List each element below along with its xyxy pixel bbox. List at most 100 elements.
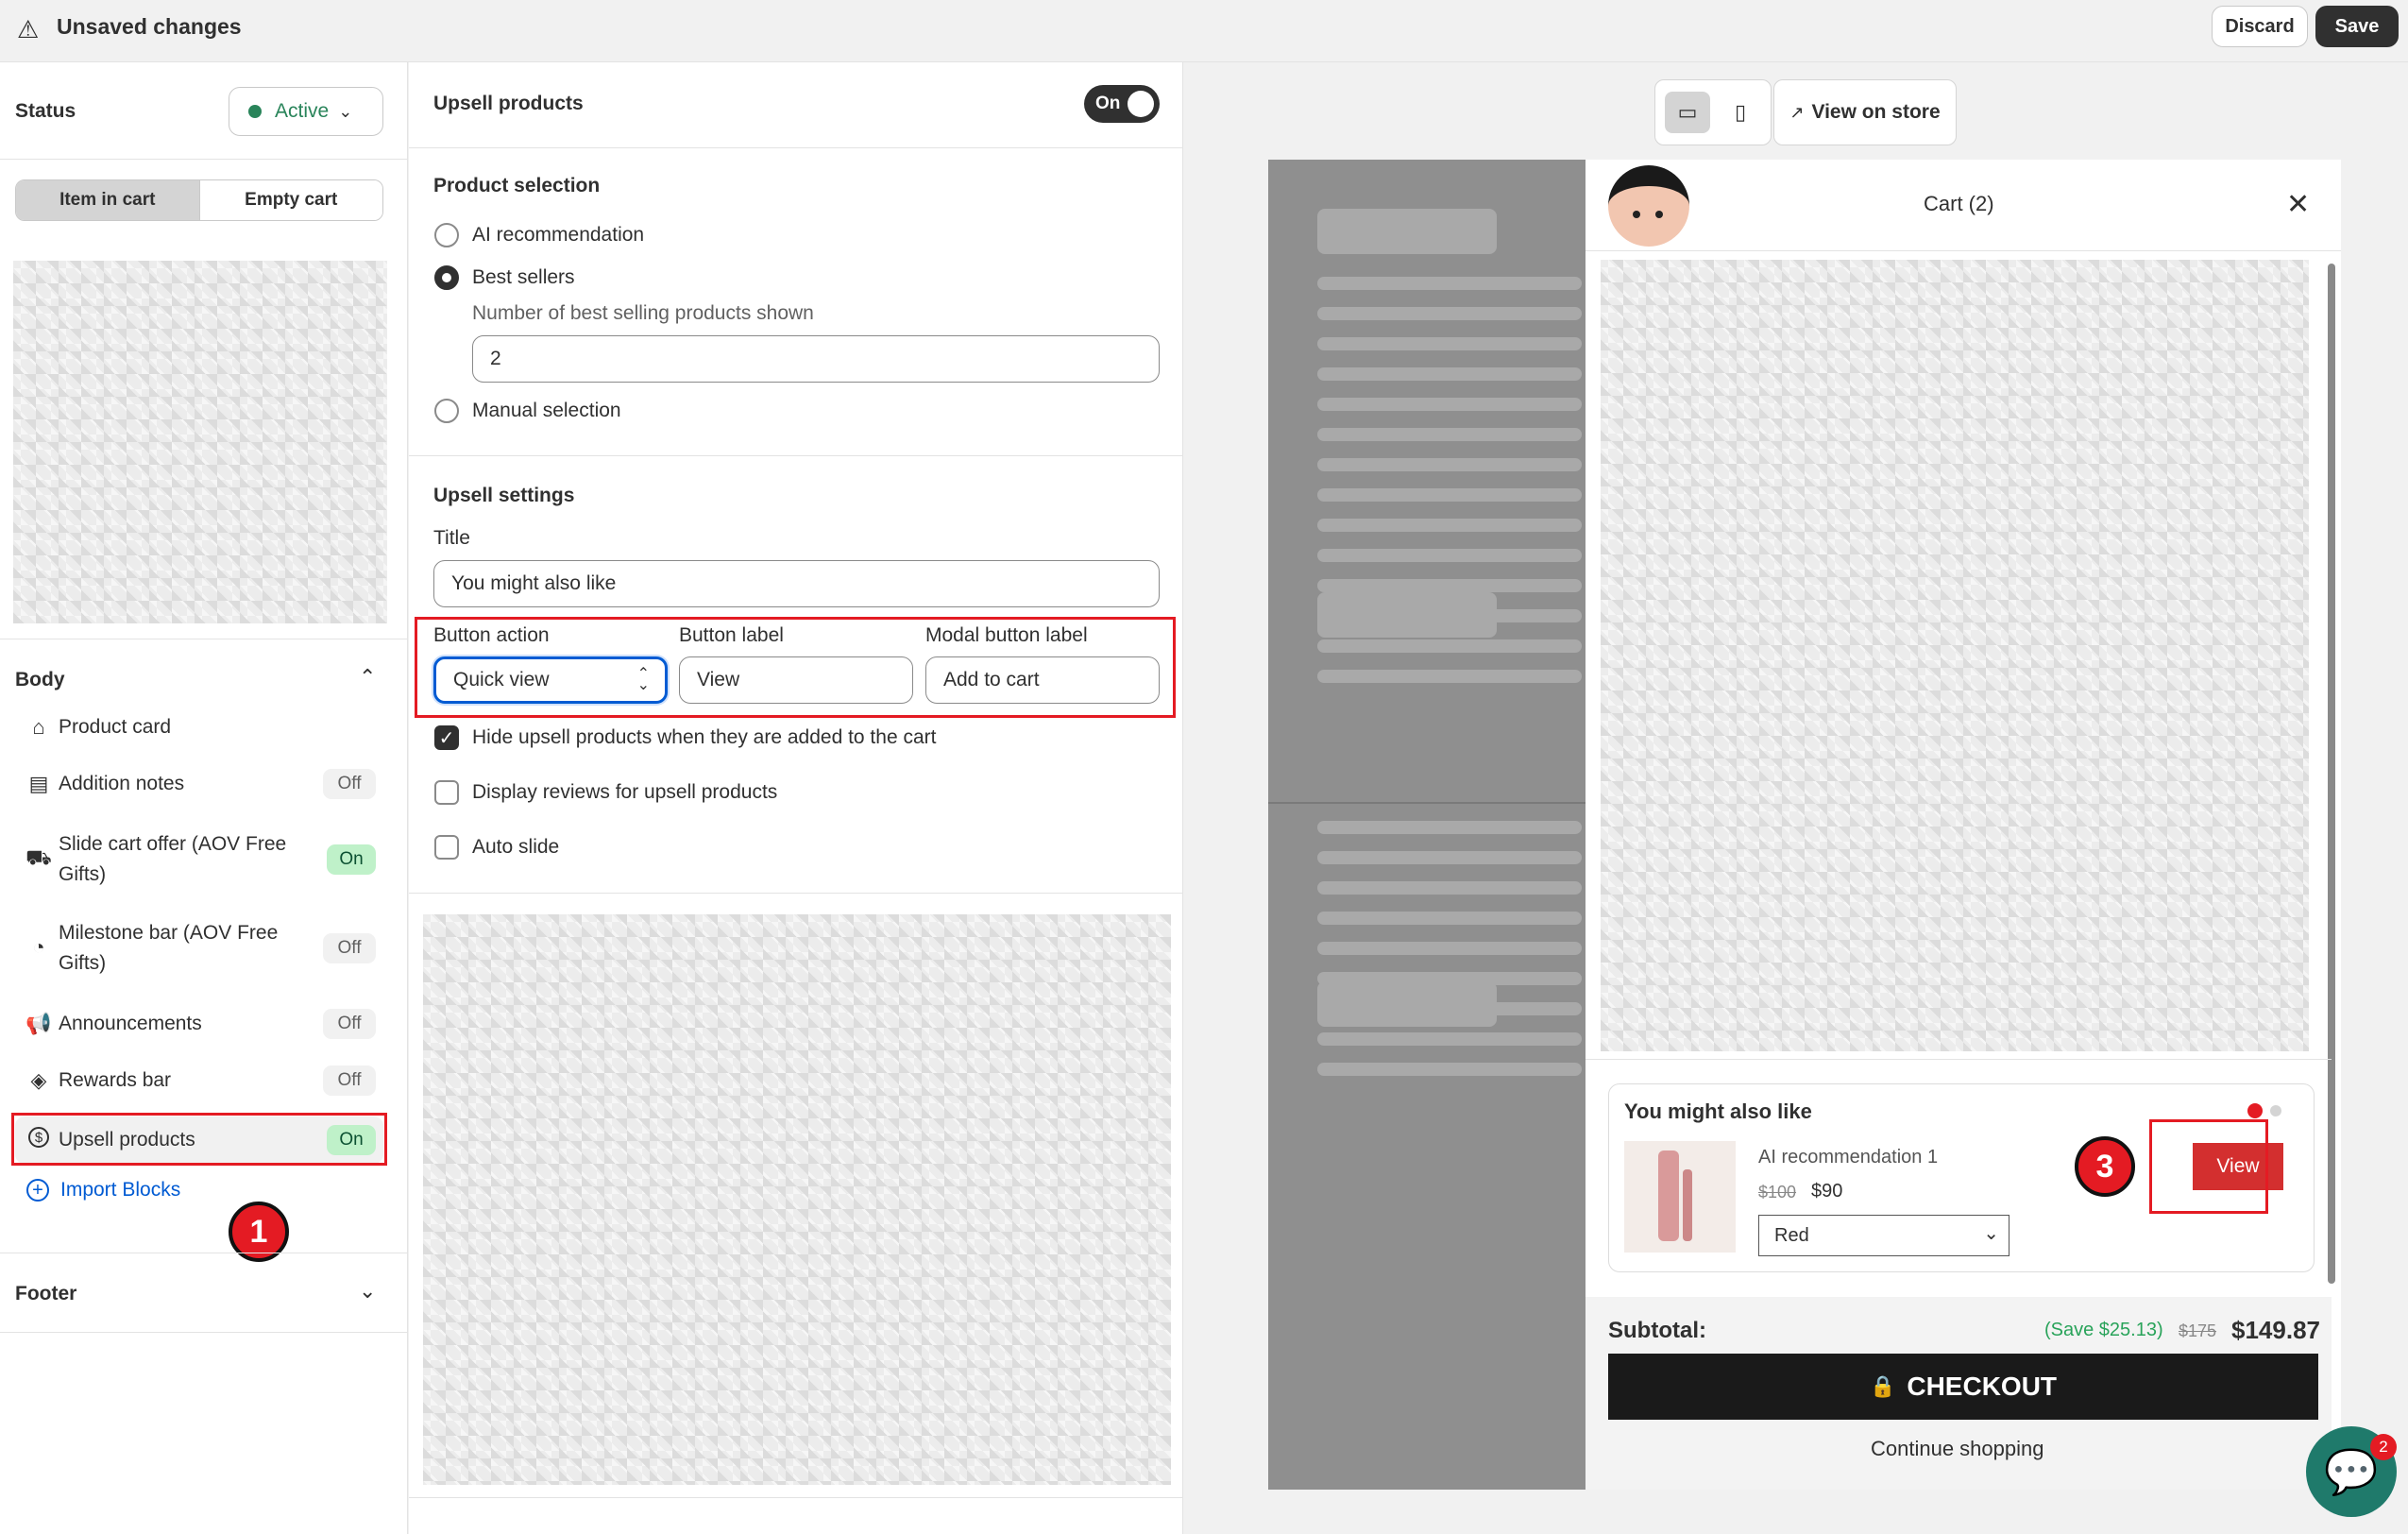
old-price: $100 — [1758, 1183, 1797, 1202]
option-label: AI recommendation — [472, 224, 645, 246]
savings-text: (Save $25.13) — [2044, 1320, 2163, 1340]
highlight-box-2 — [415, 617, 1176, 718]
title-field-label: Title — [433, 527, 470, 549]
plus-circle-icon: + — [26, 1179, 49, 1202]
sidebar-item-announcements[interactable]: 📢 Announcements Off — [15, 1003, 383, 1045]
chat-count-badge: 2 — [2370, 1434, 2397, 1460]
sidebar-item-slide-cart-offer[interactable]: ⛟ Slide cart offer (AOV Free Gifts) On — [15, 818, 383, 899]
left-sidebar: Status Active ⌄ Item in cart Empty cart … — [0, 62, 408, 1534]
tab-empty-cart[interactable]: Empty cart — [199, 180, 382, 220]
chevron-down-icon: ⌄ — [338, 101, 353, 121]
variant-select[interactable]: Red ⌄ — [1758, 1215, 2009, 1256]
status-dropdown[interactable]: Active ⌄ — [229, 87, 383, 136]
status-badge: Off — [323, 1009, 376, 1039]
avatar — [1608, 165, 1689, 247]
lock-icon: 🔒 — [1869, 1374, 1896, 1398]
title-input[interactable]: You might also like — [433, 560, 1160, 607]
status-badge: Off — [323, 769, 376, 799]
checkbox-auto-slide[interactable] — [434, 835, 459, 860]
note-icon: ▤ — [28, 772, 49, 795]
tag-icon: ⌂ — [32, 715, 45, 739]
rewards-icon: ◈ — [30, 1068, 47, 1092]
checkbox-label: Auto slide — [472, 836, 560, 858]
best-count-input[interactable]: 2 — [472, 335, 1160, 383]
status-badge: Off — [323, 933, 376, 963]
option-label: Manual selection — [472, 400, 621, 421]
sidebar-item-addition-notes[interactable]: ▤ Addition notes Off — [15, 763, 383, 805]
highlight-box-1 — [11, 1113, 387, 1166]
chevron-down-icon: ⌄ — [1983, 1223, 1999, 1244]
view-on-store-button[interactable]: ↗ View on store — [1773, 79, 1957, 145]
product-thumbnail — [1624, 1141, 1736, 1253]
blurred-cart-items — [1601, 260, 2309, 1051]
import-blocks-label: Import Blocks — [60, 1179, 181, 1201]
import-blocks-link[interactable]: + Import Blocks — [26, 1179, 180, 1202]
checkbox-display-reviews[interactable] — [434, 780, 459, 805]
upsell-toggle[interactable]: On — [1084, 85, 1160, 123]
sidebar-item-label: Announcements — [59, 1013, 202, 1034]
checkout-label: CHECKOUT — [1907, 1372, 2058, 1401]
top-bar: ⚠ Unsaved changes Discard Save — [0, 0, 2408, 62]
sidebar-item-label: Milestone bar (AOV Free Gifts) — [59, 922, 279, 974]
sidebar-item-product-card[interactable]: ⌂ Product card — [15, 707, 383, 748]
upsell-product-name: AI recommendation 1 — [1758, 1147, 1939, 1168]
discard-button[interactable]: Discard — [2212, 6, 2308, 47]
cart-state-tabs: Item in cart Empty cart — [15, 179, 383, 221]
sidebar-item-label: Addition notes — [59, 773, 185, 794]
active-dot-icon — [248, 105, 262, 118]
mobile-icon[interactable]: ▯ — [1718, 92, 1763, 133]
chat-icon: 💬 — [2324, 1446, 2379, 1496]
storefront-overlay — [1268, 160, 1586, 1490]
total-price: $149.87 — [2231, 1316, 2320, 1344]
status-badge: On — [327, 844, 376, 875]
desktop-icon[interactable]: ▭ — [1665, 92, 1710, 133]
radio-best-sellers[interactable] — [434, 265, 459, 290]
megaphone-icon: 📢 — [25, 1012, 52, 1035]
subtotal-label: Subtotal: — [1608, 1318, 1706, 1343]
save-button[interactable]: Save — [2315, 6, 2399, 47]
slide-dot-active[interactable] — [2247, 1103, 2263, 1118]
toggle-knob — [1128, 91, 1154, 117]
chevron-down-icon[interactable]: ⌄ — [359, 1279, 376, 1304]
option-label: Best sellers — [472, 266, 575, 288]
product-selection-label: Product selection — [433, 175, 601, 196]
best-count-label: Number of best selling products shown — [472, 302, 814, 324]
checkbox-hide-upsell[interactable]: ✓ — [434, 725, 459, 750]
highlight-box-3 — [2149, 1119, 2268, 1214]
status-label: Status — [15, 100, 76, 122]
footer-section-label: Footer — [15, 1283, 77, 1304]
compare-price: $175 — [2179, 1321, 2217, 1340]
blurred-settings-area — [423, 914, 1171, 1485]
chevron-up-icon[interactable]: ⌃ — [359, 665, 376, 690]
external-link-icon: ↗ — [1789, 102, 1805, 122]
tab-item-in-cart[interactable]: Item in cart — [16, 180, 200, 220]
checkout-button[interactable]: 🔒 CHECKOUT — [1608, 1354, 2318, 1420]
sidebar-item-label: Slide cart offer (AOV Free Gifts) — [59, 833, 287, 885]
cart-title: Cart (2) — [1924, 192, 1994, 215]
checkbox-label: Display reviews for upsell products — [472, 781, 778, 803]
upsell-panel-title: Upsell products — [433, 93, 584, 114]
sidebar-item-milestone-bar[interactable]: ◔ Milestone bar (AOV Free Gifts) Off — [15, 907, 383, 988]
radio-manual-selection[interactable] — [434, 399, 459, 423]
upsell-settings-label: Upsell settings — [433, 485, 575, 506]
sidebar-item-label: Rewards bar — [59, 1069, 172, 1091]
variant-value: Red — [1774, 1224, 1809, 1246]
toggle-label: On — [1095, 94, 1121, 113]
sidebar-item-rewards-bar[interactable]: ◈ Rewards bar Off — [15, 1060, 383, 1101]
cart-gift-icon: ⛟ — [25, 844, 52, 869]
subtotal-bar: Subtotal: (Save $25.13) $175 $149.87 🔒 C… — [1586, 1297, 2332, 1490]
cart-scrollbar[interactable] — [2328, 264, 2335, 1284]
close-icon[interactable]: ✕ — [2286, 188, 2310, 221]
step-marker-3: 3 — [2075, 1136, 2135, 1197]
sidebar-item-label: Product card — [59, 716, 172, 738]
upsell-price: $90 — [1811, 1181, 1843, 1202]
checkbox-label: Hide upsell products when they are added… — [472, 726, 937, 748]
milestone-icon: ◔ — [32, 935, 45, 959]
blurred-layout-preview — [13, 261, 387, 623]
slide-dot[interactable] — [2270, 1105, 2281, 1116]
radio-ai-recommendation[interactable] — [434, 223, 459, 247]
view-on-store-label: View on store — [1811, 101, 1941, 123]
continue-shopping-link[interactable]: Continue shopping — [1871, 1437, 2043, 1461]
status-badge: Off — [323, 1065, 376, 1096]
cart-drawer: Cart (2) ✕ You might also like AI recomm… — [1586, 160, 2341, 1490]
